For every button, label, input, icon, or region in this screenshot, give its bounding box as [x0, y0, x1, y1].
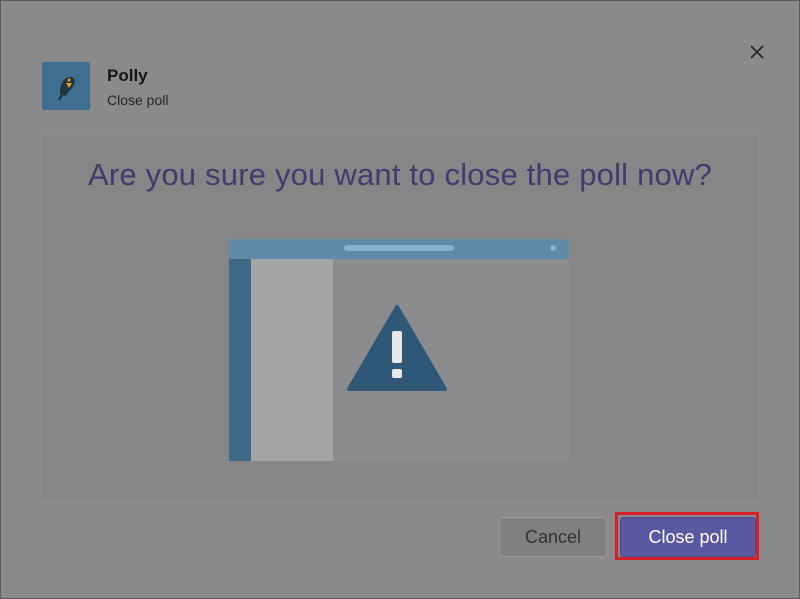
cancel-button[interactable]: Cancel — [499, 517, 607, 557]
polly-app-icon — [42, 62, 90, 110]
dialog-subtitle: Close poll — [107, 92, 169, 108]
content-panel: Are you sure you want to close the poll … — [42, 135, 758, 499]
confirmation-question: Are you sure you want to close the poll … — [88, 157, 712, 192]
close-icon[interactable] — [746, 41, 768, 63]
app-name: Polly — [107, 66, 148, 85]
window-illustration — [228, 237, 570, 468]
close-poll-button[interactable]: Close poll — [620, 517, 756, 557]
close-poll-dialog: Polly Close poll Are you sure you want t… — [0, 0, 800, 599]
